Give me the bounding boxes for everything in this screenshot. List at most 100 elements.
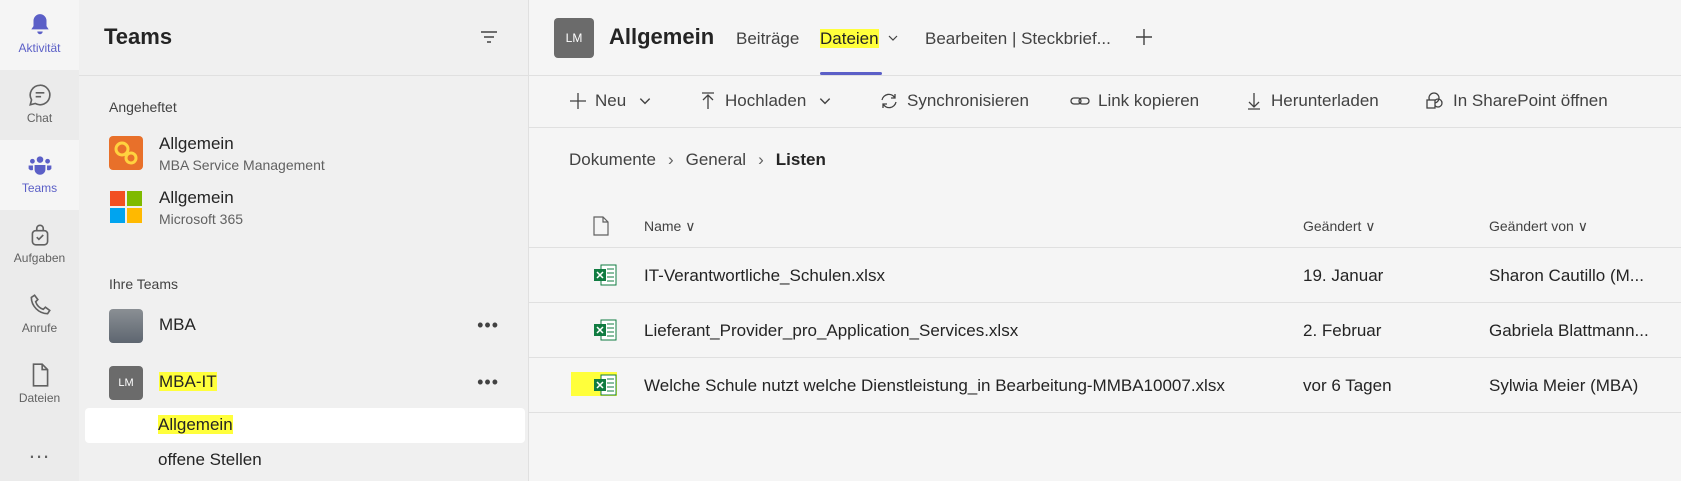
chat-icon <box>28 84 51 106</box>
column-name-header[interactable]: Name ∨ <box>644 218 696 235</box>
column-modified-by-header[interactable]: Geändert von ∨ <box>1489 218 1588 235</box>
file-name[interactable]: Welche Schule nutzt welche Dienstleistun… <box>644 376 1225 396</box>
file-modified: 19. Januar <box>1303 266 1384 285</box>
sharepoint-icon <box>1426 92 1443 109</box>
rail-tasks-label: Aufgaben <box>13 251 66 265</box>
pinned-channel-name: Allgemein <box>159 188 234 207</box>
gears-avatar-icon <box>109 136 143 170</box>
file-type-icon <box>593 216 609 236</box>
filter-icon[interactable] <box>480 28 498 46</box>
sync-button[interactable]: Synchronisieren <box>879 91 1029 111</box>
file-name[interactable]: Lieferant_Provider_pro_Application_Servi… <box>644 321 1018 341</box>
file-modified: 2. Februar <box>1303 321 1382 340</box>
rail-teams-label: Teams <box>21 181 58 195</box>
tab-posts[interactable]: Beiträge <box>736 29 799 49</box>
chevron-down-icon <box>888 35 898 41</box>
breadcrumb-current: Listen <box>775 150 826 169</box>
rail-files-label: Dateien <box>18 391 61 405</box>
rail-tasks[interactable]: Aufgaben <box>0 210 79 280</box>
table-row[interactable]: Welche Schule nutzt welche Dienstleistun… <box>529 358 1681 413</box>
table-row[interactable]: Lieferant_Provider_pro_Application_Servi… <box>529 303 1681 358</box>
rail-more-button[interactable]: ... <box>0 438 79 464</box>
table-header: Name ∨ Geändert ∨ Geändert von ∨ <box>529 200 1681 248</box>
rail-calls-label: Anrufe <box>21 321 58 335</box>
your-teams-label: Ihre Teams <box>109 276 178 292</box>
tasks-icon <box>31 224 48 246</box>
column-modified-header[interactable]: Geändert ∨ <box>1303 218 1376 235</box>
active-tab-indicator <box>820 72 882 75</box>
rail-calls[interactable]: Anrufe <box>0 280 79 350</box>
teams-icon <box>28 156 51 175</box>
chevron-right-icon: › <box>667 150 674 169</box>
file-modified-by: Gabriela Blattmann... <box>1489 321 1649 340</box>
teams-header: Teams <box>79 0 528 76</box>
app-rail: Aktivität Chat Teams Aufgaben Anrufe Dat… <box>0 0 79 481</box>
files-toolbar: Neu Hochladen Synchronisieren Link kopie… <box>529 76 1681 128</box>
column-name-label: Name <box>644 218 682 234</box>
file-name[interactable]: IT-Verantwortliche_Schulen.xlsx <box>644 266 885 286</box>
new-label: Neu <box>595 91 627 110</box>
file-modified: vor 6 Tagen <box>1303 376 1392 395</box>
excel-file-icon <box>594 319 617 341</box>
microsoft-logo-icon <box>109 190 143 224</box>
teams-title: Teams <box>104 24 173 49</box>
channel-item-selected[interactable]: Allgemein <box>85 408 525 443</box>
bell-icon <box>30 14 49 35</box>
file-icon <box>32 363 48 387</box>
main-content: LM Allgemein Beiträge Dateien Bearbeiten… <box>529 0 1681 481</box>
team-name: MBA <box>159 315 196 334</box>
download-icon <box>1248 93 1260 110</box>
team-photo-avatar <box>109 309 143 343</box>
new-button[interactable]: Neu <box>569 91 652 111</box>
rail-activity[interactable]: Aktivität <box>0 0 79 70</box>
chevron-down-icon <box>820 98 831 105</box>
upload-icon <box>702 92 714 109</box>
tab-files-label: Dateien <box>820 29 879 48</box>
upload-button[interactable]: Hochladen <box>699 91 832 111</box>
channel-avatar: LM <box>554 18 594 58</box>
chevron-down-icon <box>640 98 651 105</box>
team-more-button[interactable]: ••• <box>477 315 499 336</box>
link-icon <box>1070 97 1090 105</box>
column-modified-by-label: Geändert von <box>1489 218 1574 234</box>
file-modified-by: Sylwia Meier (MBA) <box>1489 376 1639 395</box>
team-more-button[interactable]: ••• <box>477 372 499 393</box>
rail-teams[interactable]: Teams <box>0 140 79 210</box>
file-modified-by: Sharon Cautillo (M... <box>1489 266 1644 285</box>
pinned-team-name: Microsoft 365 <box>159 211 244 227</box>
copy-link-button[interactable]: Link kopieren <box>1070 91 1199 111</box>
phone-icon <box>30 294 51 315</box>
pinned-channel[interactable]: Allgemein Microsoft 365 <box>79 184 529 232</box>
team-initials-avatar: LM <box>109 366 143 400</box>
team-item-mba[interactable]: MBA ••• <box>79 303 529 351</box>
channel-item[interactable]: offene Stellen <box>85 443 525 478</box>
teams-panel: Teams Angeheftet Allgemein MBA Service M… <box>79 0 529 481</box>
add-tab-icon[interactable] <box>1134 27 1154 47</box>
download-button[interactable]: Herunterladen <box>1245 91 1379 111</box>
sync-label: Synchronisieren <box>907 91 1029 110</box>
upload-label: Hochladen <box>725 91 807 110</box>
breadcrumb-item[interactable]: Dokumente <box>569 150 656 170</box>
rail-chat[interactable]: Chat <box>0 70 79 140</box>
copy-link-label: Link kopieren <box>1098 91 1200 110</box>
breadcrumb: Dokumente › General › Listen <box>569 150 826 170</box>
column-modified-label: Geändert <box>1303 218 1362 234</box>
rail-files[interactable]: Dateien <box>0 350 79 420</box>
open-sharepoint-button[interactable]: In SharePoint öffnen <box>1425 91 1608 111</box>
breadcrumb-item[interactable]: General <box>686 150 746 170</box>
plus-icon <box>570 93 586 109</box>
team-item-mba-it[interactable]: LM MBA-IT ••• <box>79 360 529 408</box>
channel-title: Allgemein <box>609 24 715 49</box>
excel-file-icon <box>594 264 617 286</box>
tab-steckbrief[interactable]: Bearbeiten | Steckbrief... <box>925 29 1111 49</box>
tab-files[interactable]: Dateien <box>820 29 899 49</box>
rail-activity-label: Aktivität <box>18 41 61 55</box>
files-table: Name ∨ Geändert ∨ Geändert von ∨ IT-Vera… <box>529 200 1681 413</box>
team-name: MBA-IT <box>159 372 217 391</box>
pinned-channel[interactable]: Allgemein MBA Service Management <box>79 130 529 178</box>
chevron-right-icon: › <box>758 150 764 169</box>
channel-name: offene Stellen <box>158 450 262 469</box>
table-row[interactable]: IT-Verantwortliche_Schulen.xlsx 19. Janu… <box>529 248 1681 303</box>
excel-file-icon <box>594 374 617 396</box>
sharepoint-label: In SharePoint öffnen <box>1453 91 1608 110</box>
